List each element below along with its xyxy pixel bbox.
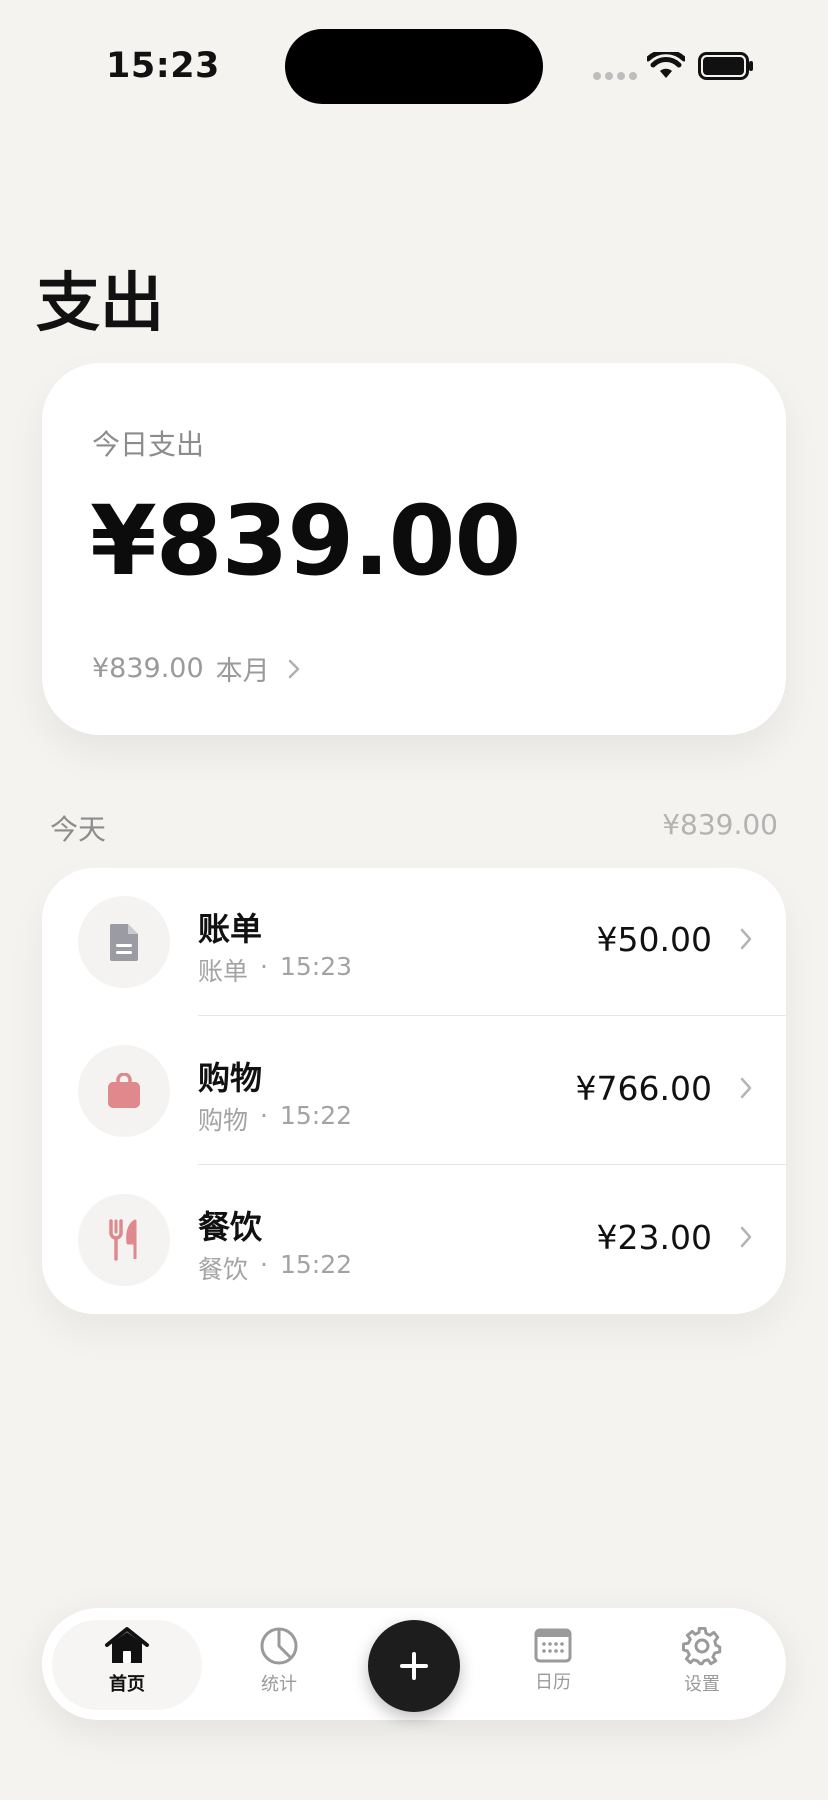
transaction-subtitle: 餐饮 · 15:22 — [198, 1250, 352, 1286]
tab-home[interactable]: 首页 — [52, 1620, 202, 1710]
home-icon — [105, 1627, 149, 1663]
page-title: 支出 — [36, 267, 164, 341]
section-total: ¥839.00 — [662, 808, 778, 841]
transaction-row[interactable]: 账单 账单 · 15:23 ¥50.00 — [42, 868, 786, 1016]
transaction-subtitle: 购物 · 15:22 — [198, 1101, 352, 1137]
transaction-time: 15:23 — [279, 952, 353, 981]
category-icon-circle — [78, 896, 170, 988]
separator-dot: · — [260, 1101, 268, 1130]
separator-dot: · — [260, 1250, 268, 1279]
transaction-list: 账单 账单 · 15:23 ¥50.00 购物 购物 · 15:22 ¥766.… — [42, 868, 786, 1314]
document-icon — [109, 924, 138, 961]
status-bar: 15:23 — [0, 0, 828, 130]
transaction-category: 购物 — [198, 1106, 249, 1135]
tab-statistics[interactable]: 统计 — [204, 1620, 354, 1710]
shopping-bag-icon — [108, 1073, 140, 1108]
status-time: 15:23 — [106, 46, 220, 86]
transaction-row[interactable]: 购物 购物 · 15:22 ¥766.00 — [42, 1017, 786, 1165]
tab-label: 日历 — [535, 1672, 571, 1693]
transaction-title: 购物 — [198, 1059, 263, 1097]
category-icon-circle — [78, 1045, 170, 1137]
section-header: 今天 ¥839.00 — [50, 808, 778, 848]
calendar-icon — [534, 1628, 572, 1663]
chevron-right-icon — [740, 1226, 752, 1248]
tab-label: 设置 — [684, 1674, 720, 1695]
transaction-amount: ¥766.00 — [575, 1069, 712, 1108]
transaction-subtitle: 账单 · 15:23 — [198, 952, 352, 988]
transaction-title: 餐饮 — [198, 1208, 263, 1246]
tab-label: 首页 — [109, 1674, 145, 1695]
summary-amount: ¥839.00 — [90, 485, 521, 597]
today-summary-card: 今日支出 ¥839.00 ¥839.00 本月 — [42, 363, 786, 735]
transaction-category: 餐饮 — [198, 1255, 249, 1284]
gear-icon — [682, 1626, 722, 1666]
battery-icon — [698, 52, 753, 80]
transaction-amount: ¥50.00 — [596, 920, 712, 959]
plus-icon — [400, 1652, 428, 1680]
fork-knife-icon — [109, 1219, 137, 1261]
wifi-icon — [647, 52, 685, 78]
transaction-time: 15:22 — [279, 1250, 353, 1279]
section-title: 今天 — [50, 813, 107, 846]
transaction-amount: ¥23.00 — [596, 1218, 712, 1257]
tab-calendar[interactable]: 日历 — [478, 1620, 628, 1710]
tab-settings[interactable]: 设置 — [627, 1620, 777, 1710]
chevron-right-icon — [740, 1077, 752, 1099]
separator-dot: · — [260, 952, 268, 981]
chevron-right-icon — [288, 659, 299, 678]
tab-label: 统计 — [261, 1674, 297, 1695]
add-expense-button[interactable] — [368, 1620, 460, 1712]
signal-icon — [593, 72, 637, 80]
tab-bar: 首页 统计 日历 设置 — [42, 1608, 786, 1720]
month-label: 本月 — [215, 656, 270, 687]
transaction-title: 账单 — [198, 910, 263, 948]
month-amount: ¥839.00 — [92, 653, 204, 684]
transaction-category: 账单 — [198, 957, 249, 986]
dynamic-island — [285, 29, 543, 104]
row-divider — [198, 1015, 786, 1016]
month-summary-link[interactable]: ¥839.00 本月 — [92, 649, 300, 688]
summary-label: 今日支出 — [92, 428, 205, 461]
transaction-time: 15:22 — [279, 1101, 353, 1130]
row-divider — [198, 1164, 786, 1165]
chevron-right-icon — [740, 928, 752, 950]
transaction-row[interactable]: 餐饮 餐饮 · 15:22 ¥23.00 — [42, 1166, 786, 1314]
category-icon-circle — [78, 1194, 170, 1286]
pie-chart-icon — [260, 1627, 298, 1665]
